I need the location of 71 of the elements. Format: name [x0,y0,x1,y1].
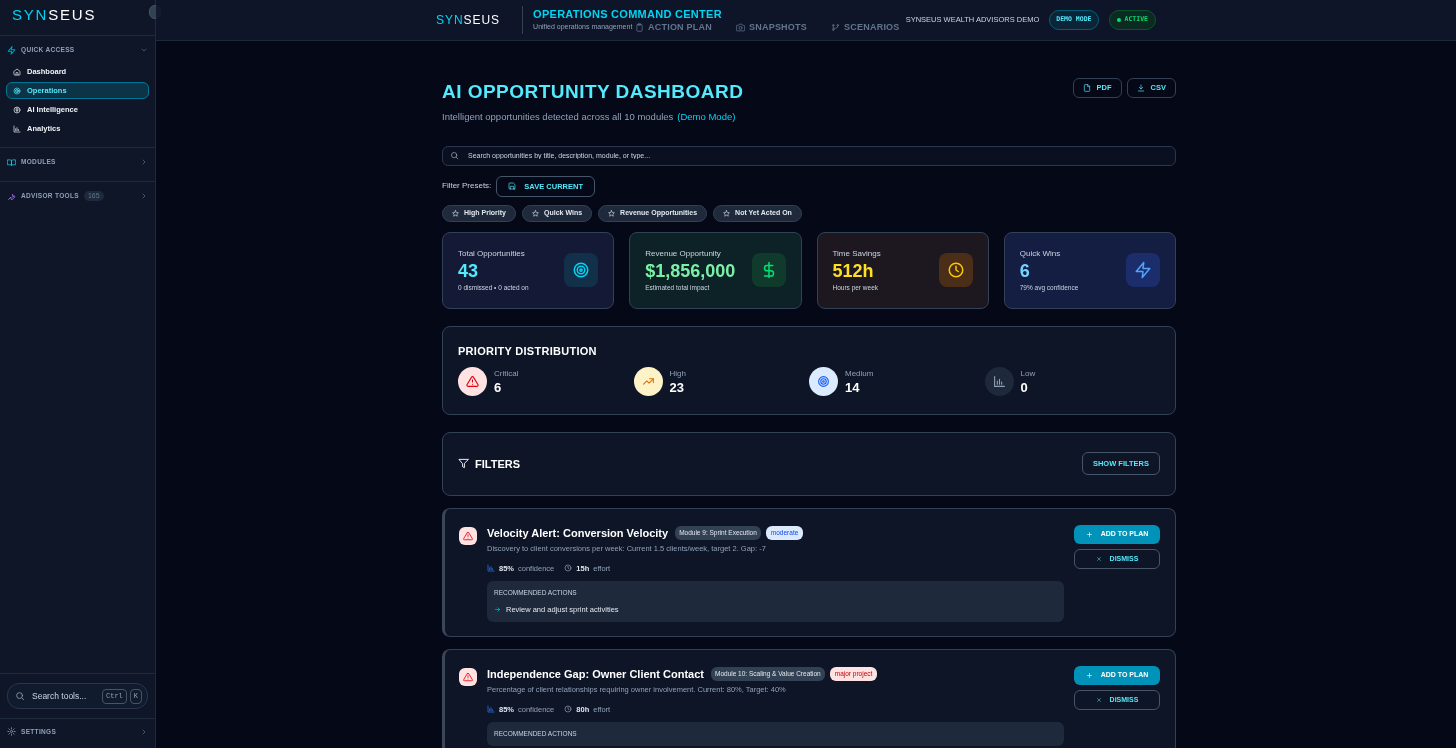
zap-icon [7,45,16,55]
priority-count: 23 [669,379,685,396]
arrow-icon [494,605,501,613]
plus-icon [1085,671,1093,679]
chevron-right-icon [140,192,148,200]
opportunity-title: Velocity Alert: Conversion Velocity [487,525,669,541]
bar-chart-icon [992,375,1006,389]
target-icon [817,375,830,389]
gear-icon [7,727,16,736]
close-icon [1095,696,1102,703]
bars-icon [13,124,21,133]
logo: SYNSEUS [436,6,524,34]
priority-label: Medium [845,367,874,380]
tab[interactable]: SCENARIOS [831,21,900,35]
close-icon [1095,555,1102,562]
header-title: OPERATIONS COMMAND CENTER [533,7,722,22]
stat-label: Quick Wins [1019,247,1062,260]
priority-label: Critical [494,367,519,380]
search-icon [15,691,25,701]
file-icon [1082,84,1091,92]
page-subtitle: Intelligent opportunities detected across all 10 modules [442,109,674,124]
priority-label: High [669,367,686,380]
star-icon [723,209,731,217]
bar-chart-icon [487,564,495,573]
priority-count: 0 [1020,379,1029,396]
opportunity-title: Independence Gap: Owner Client Contact [487,666,704,682]
wrench-icon [7,191,16,201]
filter-icon [458,458,469,470]
lightning-icon [1134,261,1152,280]
tab[interactable]: SNAPSHOTS [736,21,808,35]
section-title: PRIORITY DISTRIBUTION [458,343,598,359]
stat-value: 43 [458,259,480,283]
target-icon [572,261,591,280]
home-icon [13,67,21,76]
priority-label: Low [1020,367,1036,380]
plus-icon [1085,530,1093,538]
branch-icon [831,23,841,33]
star-icon [452,209,459,217]
bar-chart-icon [487,705,495,714]
search-icon [450,151,459,161]
warning-icon [463,671,473,682]
section-title: FILTERS [475,456,520,472]
chevron-right-icon [140,158,148,166]
page-title: AI OPPORTUNITY DASHBOARD [442,80,745,104]
mode-label: (Demo Mode) [677,109,736,124]
camera-icon [736,23,745,33]
clock-icon [564,705,573,714]
stat-value: $1,856,000 [645,259,737,283]
clock-icon [564,564,573,573]
tab[interactable]: ACTION PLAN [635,21,712,35]
stat-value: 6 [1019,259,1031,283]
warning-icon [466,375,479,389]
stat-label: Revenue Opportunity [645,247,722,260]
warning-icon [463,530,473,541]
priority-count: 14 [845,379,861,396]
chevron-down-icon [140,46,148,54]
presets-label: Filter Presets: [442,180,492,193]
star-icon [532,209,539,217]
logo: SYN SEUS [12,4,97,25]
book-icon [7,157,16,167]
download-icon [1136,84,1145,92]
save-icon [508,182,517,191]
stat-label: Total Opportunities [458,247,526,260]
chevron-right-icon [140,727,148,736]
clock-icon [946,261,965,280]
star-icon [608,209,616,217]
stat-value: 512h [832,259,875,283]
clip-icon [635,23,644,33]
stat-label: Time Savings [832,247,882,260]
ring-icon [13,86,21,95]
priority-count: 6 [494,379,503,396]
